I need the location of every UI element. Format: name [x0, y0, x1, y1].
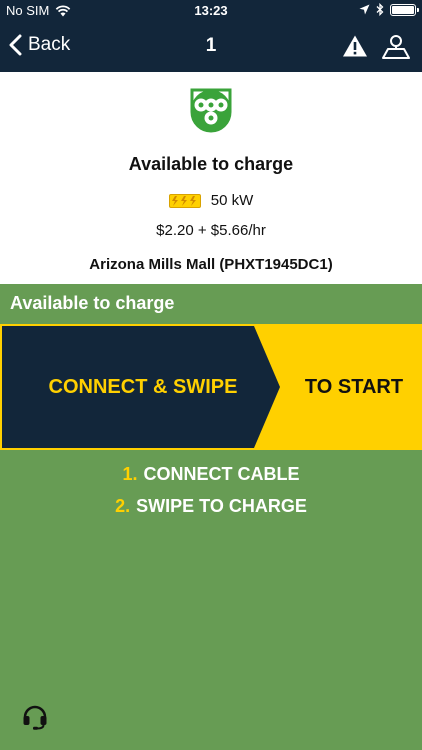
bluetooth-icon [376, 3, 384, 16]
status-right [359, 3, 419, 16]
price-text: $2.20 + $5.66/hr [156, 222, 266, 239]
status-bar: No SIM 13:23 [0, 0, 422, 22]
connect-swipe-banner[interactable]: CONNECT & SWIPE TO START [0, 324, 422, 450]
session-status-header: Available to charge [10, 293, 175, 313]
station-status: Available to charge [128, 154, 294, 174]
headset-icon[interactable] [22, 702, 48, 730]
instruction-step: 2. SWIPE TO CHARGE [0, 490, 422, 522]
instruction-list: 1. CONNECT CABLE 2. SWIPE TO CHARGE [0, 458, 422, 522]
banner-left-text: CONNECT & SWIPE [48, 376, 238, 398]
lightning-bolts-icon [168, 193, 201, 208]
user-location-icon[interactable] [382, 34, 410, 60]
instruction-step: 1. CONNECT CABLE [0, 458, 422, 490]
step-number: 2. [115, 495, 131, 516]
step-text: SWIPE TO CHARGE [136, 495, 307, 516]
navigation-bar: Back 1 [0, 22, 422, 72]
station-info-panel: Available to charge 50 kW $2.20 + $5.66/… [0, 72, 422, 284]
station-name: Arizona Mills Mall (PHXT1945DC1) [89, 256, 333, 273]
location-arrow-icon [359, 4, 370, 15]
step-number: 1. [122, 463, 138, 484]
warning-triangle-icon[interactable] [342, 34, 368, 58]
power-row: 50 kW [0, 192, 422, 209]
ccs-connector-icon [190, 88, 232, 133]
power-value: 50 kW [210, 192, 254, 209]
step-text: CONNECT CABLE [143, 463, 300, 484]
banner-right-text: TO START [304, 376, 404, 398]
battery-icon [390, 3, 419, 16]
